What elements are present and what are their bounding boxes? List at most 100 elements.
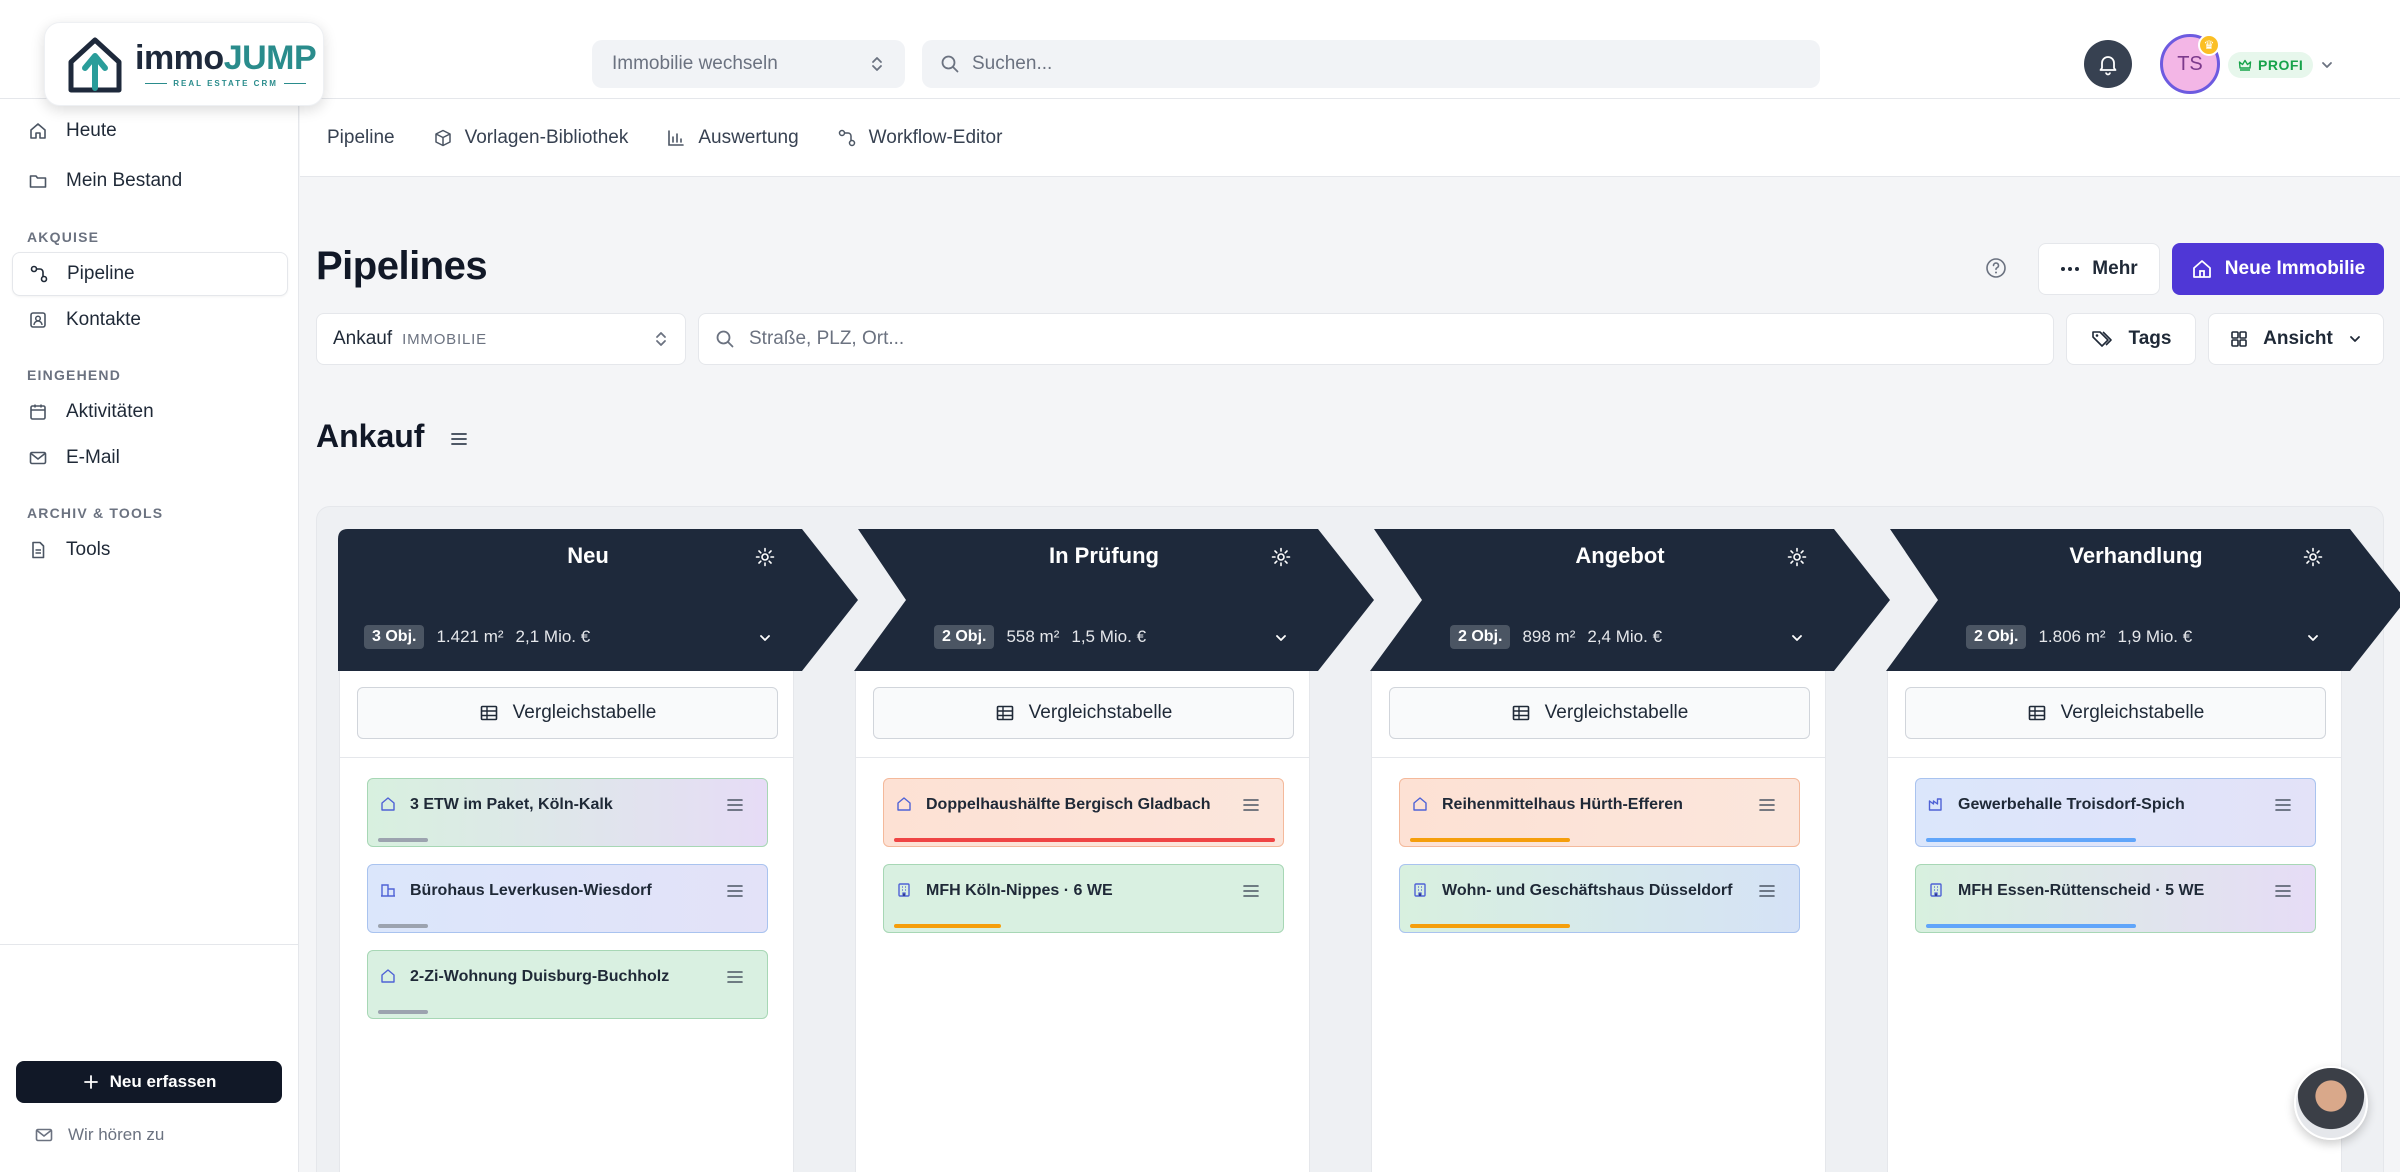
sidebar-item-label: Aktivitäten xyxy=(66,401,154,422)
logo-word-2: JUMP xyxy=(223,38,317,77)
column-header: Angebot 2 Obj. 898 m² 2,4 Mio. € xyxy=(1370,529,1890,671)
document-icon xyxy=(32,541,45,559)
property-card[interactable]: Doppelhaushälfte Bergisch Gladbach xyxy=(883,778,1284,847)
card-menu-icon[interactable] xyxy=(725,967,745,987)
sidebar-item-email[interactable]: E-Mail xyxy=(12,436,288,480)
subnav-label: Pipeline xyxy=(327,126,395,148)
property-card[interactable]: Reihenmittelhaus Hürth-Efferen xyxy=(1399,778,1800,847)
property-card[interactable]: Gewerbehalle Troisdorf-Spich xyxy=(1915,778,2316,847)
more-button[interactable]: Mehr xyxy=(2038,243,2160,295)
app-logo[interactable]: immoJUMP REAL ESTATE CRM xyxy=(44,22,324,106)
card-menu-icon[interactable] xyxy=(1241,795,1261,815)
search-icon xyxy=(941,55,959,73)
property-card-title: MFH Köln-Nippes · 6 WE xyxy=(926,882,1113,899)
card-progress-bar xyxy=(1410,924,1570,928)
chevron-updown-icon xyxy=(872,57,882,71)
property-switcher[interactable]: Immobilie wechseln xyxy=(592,40,905,88)
column-header: Neu 3 Obj. 1.421 m² 2,1 Mio. € xyxy=(338,529,858,671)
property-card[interactable]: Bürohaus Leverkusen-Wiesdorf xyxy=(367,864,768,933)
compare-table-button[interactable]: Vergleichstabelle xyxy=(1389,687,1810,739)
column-value: 1,9 Mio. € xyxy=(2117,627,2193,646)
column-settings-icon[interactable] xyxy=(1786,546,1808,568)
column-settings-icon[interactable] xyxy=(2302,546,2324,568)
address-search-input[interactable]: Straße, PLZ, Ort... xyxy=(698,313,2054,365)
card-menu-icon[interactable] xyxy=(2273,795,2293,815)
user-menu-chevron-icon[interactable] xyxy=(2318,56,2336,74)
column-collapse-chevron-icon[interactable] xyxy=(1788,629,1806,647)
column-collapse-chevron-icon[interactable] xyxy=(1272,629,1290,647)
card-menu-icon[interactable] xyxy=(725,795,745,815)
property-card-title: Bürohaus Leverkusen-Wiesdorf xyxy=(410,882,652,899)
notifications-button[interactable] xyxy=(2084,40,2132,88)
compare-table-label: Vergleichstabelle xyxy=(2060,702,2205,723)
column-count-badge: 2 Obj. xyxy=(934,625,995,649)
card-menu-icon[interactable] xyxy=(1241,881,1261,901)
chart-icon xyxy=(668,129,685,146)
global-search-input[interactable]: Suchen... xyxy=(922,40,1820,88)
new-property-button[interactable]: Neue Immobilie xyxy=(2172,243,2384,295)
global-search-placeholder: Suchen... xyxy=(972,53,1053,74)
property-card[interactable]: Wohn- und Geschäftshaus Düsseldorf xyxy=(1399,864,1800,933)
feedback-link[interactable]: Wir hören zu xyxy=(34,1125,164,1145)
top-bar: Immobilie wechseln Suchen... TS ♛ PROFI xyxy=(0,0,2400,99)
help-icon[interactable] xyxy=(1984,256,2008,280)
new-entry-button[interactable]: Neu erfassen xyxy=(16,1061,282,1103)
plan-badge: PROFI xyxy=(2228,52,2314,78)
column-body: Vergleichstabelle Reihenmittelhaus Hürth-… xyxy=(1371,671,1826,1172)
card-menu-icon[interactable] xyxy=(1757,795,1777,815)
card-menu-icon[interactable] xyxy=(2273,881,2293,901)
column-collapse-chevron-icon[interactable] xyxy=(756,629,774,647)
home-icon xyxy=(897,797,911,811)
property-card-title: 3 ETW im Paket, Köln-Kalk xyxy=(410,796,613,813)
subnav-workflow[interactable]: Workflow-Editor xyxy=(837,127,1002,149)
office-icon xyxy=(381,884,395,897)
sidebar-item-label: E-Mail xyxy=(66,447,120,468)
column-stats: 2 Obj. 558 m² 1,5 Mio. € xyxy=(934,625,1146,649)
sidebar-item-kontakte[interactable]: Kontakte xyxy=(12,298,288,342)
column-settings-icon[interactable] xyxy=(754,546,776,568)
property-card[interactable]: 2-Zi-Wohnung Duisburg-Buchholz xyxy=(367,950,768,1019)
pipeline-select[interactable]: Ankauf IMMOBILIE xyxy=(316,313,686,365)
compare-table-button[interactable]: Vergleichstabelle xyxy=(357,687,778,739)
subnav-vorlagen[interactable]: Vorlagen-Bibliothek xyxy=(433,127,628,149)
tags-button[interactable]: Tags xyxy=(2066,313,2196,365)
column-value: 2,1 Mio. € xyxy=(515,627,591,646)
sidebar-item-heute[interactable]: Heute xyxy=(12,109,288,153)
sidebar-item-pipeline[interactable]: Pipeline xyxy=(12,252,288,296)
factory-icon xyxy=(1928,798,1942,811)
crown-small-icon xyxy=(2238,59,2252,71)
compare-table-button[interactable]: Vergleichstabelle xyxy=(873,687,1294,739)
subnav-auswertung[interactable]: Auswertung xyxy=(666,127,799,149)
grid-icon xyxy=(2231,331,2247,347)
card-menu-icon[interactable] xyxy=(1757,881,1777,901)
pipeline-section-title: Ankauf xyxy=(316,418,425,454)
compare-table-button[interactable]: Vergleichstabelle xyxy=(1905,687,2326,739)
new-property-label: Neue Immobilie xyxy=(2224,258,2366,279)
sidebar-item-mein-bestand[interactable]: Mein Bestand xyxy=(12,159,288,203)
column-stats: 3 Obj. 1.421 m² 2,1 Mio. € xyxy=(364,625,590,649)
avatar-initials: TS xyxy=(2177,52,2203,75)
more-button-label: Mehr xyxy=(2092,258,2138,279)
sidebar-item-label: Mein Bestand xyxy=(66,170,183,191)
sidebar-item-tools[interactable]: Tools xyxy=(12,528,288,572)
house-plus-icon xyxy=(2192,260,2211,278)
support-chat-avatar[interactable] xyxy=(2294,1066,2368,1140)
new-entry-label: Neu erfassen xyxy=(109,1072,217,1091)
column-settings-icon[interactable] xyxy=(1270,546,1292,568)
column-body: Vergleichstabelle 3 ETW im Paket, Köln-Ka… xyxy=(339,671,794,1172)
building-icon xyxy=(1930,883,1942,897)
folder-icon xyxy=(29,175,47,188)
column-collapse-chevron-icon[interactable] xyxy=(2304,629,2322,647)
home-icon xyxy=(1413,797,1427,811)
card-menu-icon[interactable] xyxy=(725,881,745,901)
sidebar: Heute Mein Bestand AKQUISE Pipeline Kont… xyxy=(0,99,299,1172)
property-card[interactable]: MFH Köln-Nippes · 6 WE xyxy=(883,864,1284,933)
subnav-pipeline[interactable]: Pipeline xyxy=(327,127,395,149)
menu-icon[interactable] xyxy=(448,428,470,450)
crown-icon: ♛ xyxy=(2198,34,2220,56)
sidebar-item-aktivitaeten[interactable]: Aktivitäten xyxy=(12,390,288,434)
view-button[interactable]: Ansicht xyxy=(2208,313,2384,365)
sidebar-section-archiv: ARCHIV & TOOLS xyxy=(27,505,164,521)
property-card[interactable]: 3 ETW im Paket, Köln-Kalk xyxy=(367,778,768,847)
property-card[interactable]: MFH Essen-Rüttenscheid · 5 WE xyxy=(1915,864,2316,933)
